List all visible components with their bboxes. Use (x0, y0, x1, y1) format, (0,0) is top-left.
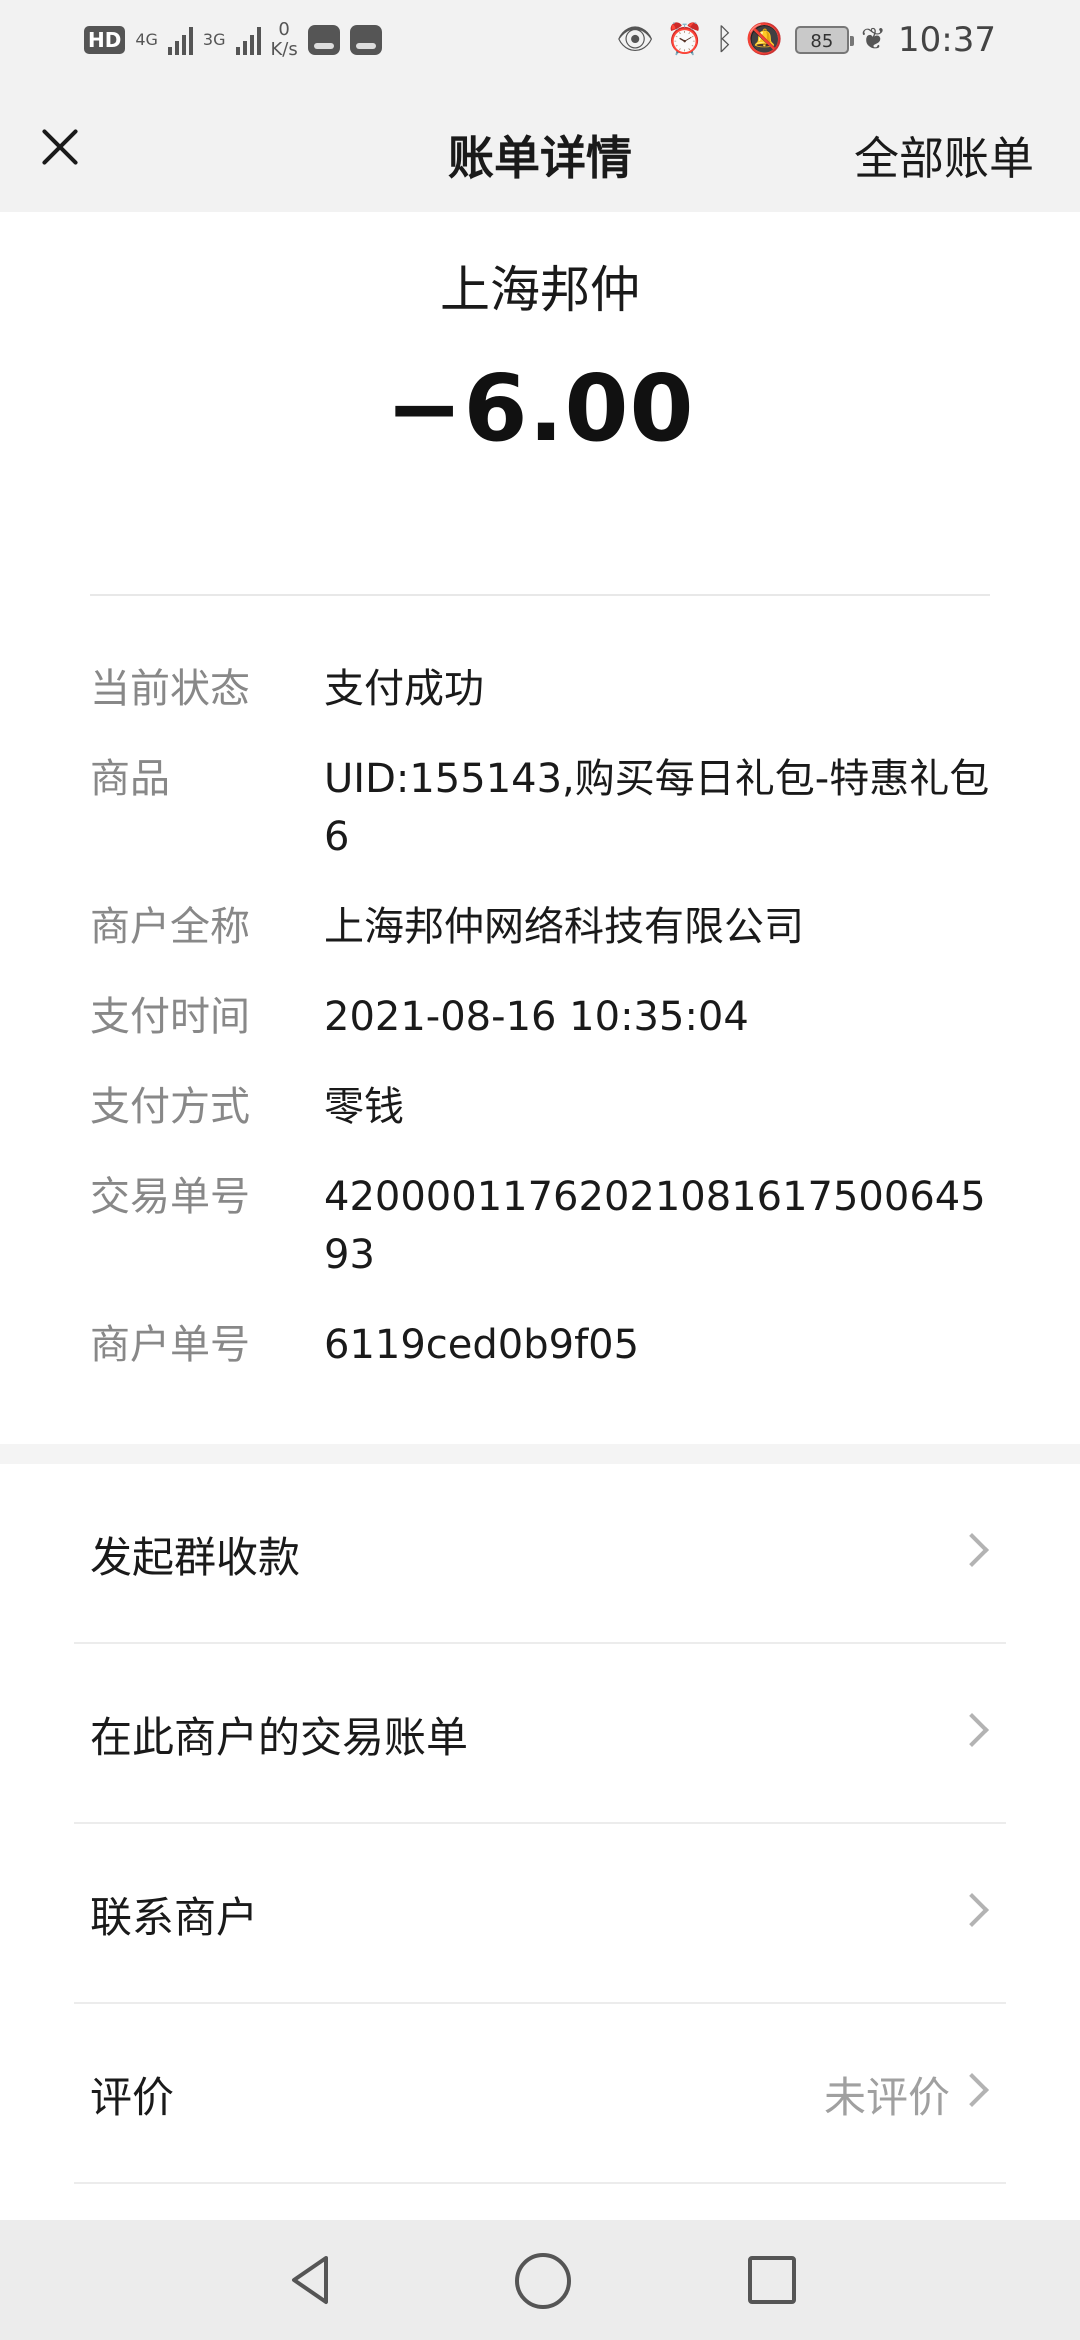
review-status: 未评价 (823, 2073, 950, 2122)
detail-label: 商户单号 (90, 1322, 250, 1368)
network-speed-value: 0 (278, 19, 290, 40)
chevron-right-icon (955, 2073, 989, 2107)
system-nav-bar (0, 2220, 1080, 2340)
amount: −6.00 (385, 355, 695, 462)
detail-value[interactable]: 6119ced0b9f05 (324, 1316, 1000, 1374)
divider (90, 594, 990, 596)
detail-label: 支付时间 (90, 994, 250, 1040)
detail-value: 2021-08-16 10:35:04 (324, 994, 749, 1040)
detail-row-product: 商品 UID:155143,购买每日礼包-特惠礼包6 (90, 750, 1000, 866)
merchant-name: 上海邦仲 (440, 261, 640, 319)
action-label: 联系商户 (90, 1893, 259, 1942)
chevron-right-icon (955, 1893, 989, 1927)
section-separator (0, 1444, 1080, 1464)
detail-row-pay-method: 支付方式 零钱 (90, 1078, 1000, 1136)
review-button[interactable]: 评价 未评价 (74, 2004, 1006, 2184)
action-label: 在此商户的交易账单 (90, 1713, 469, 1762)
group-collect-button[interactable]: 发起群收款 (74, 1464, 1006, 1644)
all-bills-link[interactable]: 全部账单 (854, 122, 1034, 187)
action-label: 评价 (90, 2073, 175, 2122)
network-speed-unit: K/s (270, 39, 298, 60)
home-circle-icon[interactable] (515, 2253, 571, 2309)
detail-label: 商品 (90, 756, 170, 802)
detail-value: 上海邦仲网络科技有限公司 (324, 904, 804, 950)
detail-value: 支付成功 (324, 666, 484, 712)
status-bar: HD 4G 3G 0 K/s 👁 ⏰ ᛒ 🔕 85 ❦ 10:37 (0, 0, 1080, 82)
status-bar-right: 👁 ⏰ ᛒ 🔕 85 ❦ 10:37 (616, 18, 996, 62)
detail-label: 当前状态 (90, 666, 250, 712)
detail-row-pay-time: 支付时间 2021-08-16 10:35:04 (90, 988, 1000, 1046)
network-4g-label: 4G (135, 30, 158, 49)
action-list: 发起群收款 在此商户的交易账单 联系商户 评价 未评价 (74, 1464, 1006, 2184)
bill-details: 当前状态 支付成功 商品 UID:155143,购买每日礼包-特惠礼包6 商户全… (90, 660, 1000, 1406)
merchant-bills-button[interactable]: 在此商户的交易账单 (74, 1644, 1006, 1824)
signal-4g-icon (167, 25, 193, 55)
leaf-icon: ❦ (860, 22, 887, 57)
detail-row-transaction-id: 交易单号 4200001176202108161750064593 (90, 1168, 1000, 1284)
action-label: 发起群收款 (90, 1533, 301, 1582)
detail-label: 交易单号 (90, 1174, 250, 1220)
app-notification-icon (307, 25, 340, 55)
chevron-right-icon (955, 1533, 989, 1567)
alarm-icon: ⏰ (666, 22, 704, 57)
status-bar-left: HD 4G 3G 0 K/s (84, 18, 382, 62)
chevron-right-icon (955, 1713, 989, 1747)
hd-voice-icon: HD (84, 26, 126, 54)
bluetooth-icon: ᛒ (715, 22, 734, 57)
detail-label: 商户全称 (90, 904, 250, 950)
mute-bell-icon: 🔕 (745, 22, 783, 57)
detail-value: 零钱 (324, 1084, 404, 1130)
detail-row-merchant-order-id: 商户单号 6119ced0b9f05 (90, 1316, 1000, 1374)
app-notification-icon (349, 25, 382, 55)
signal-3g-icon (235, 25, 261, 55)
recent-apps-square-icon[interactable] (748, 2256, 796, 2304)
network-3g-label: 3G (202, 30, 226, 49)
eye-icon: 👁 (616, 22, 655, 57)
battery-indicator: 85 (794, 26, 854, 54)
detail-label: 支付方式 (90, 1084, 250, 1130)
contact-merchant-button[interactable]: 联系商户 (74, 1824, 1006, 2004)
detail-row-status: 当前状态 支付成功 (90, 660, 1000, 718)
detail-value: UID:155143,购买每日礼包-特惠礼包6 (324, 756, 990, 860)
network-speed: 0 K/s (271, 20, 298, 60)
clock: 10:37 (898, 20, 996, 60)
detail-value[interactable]: 4200001176202108161750064593 (324, 1168, 1000, 1284)
detail-row-merchant: 商户全称 上海邦仲网络科技有限公司 (90, 898, 1000, 956)
nav-bar: 账单详情 全部账单 (0, 82, 1080, 212)
back-triangle-icon[interactable] (282, 2250, 342, 2310)
